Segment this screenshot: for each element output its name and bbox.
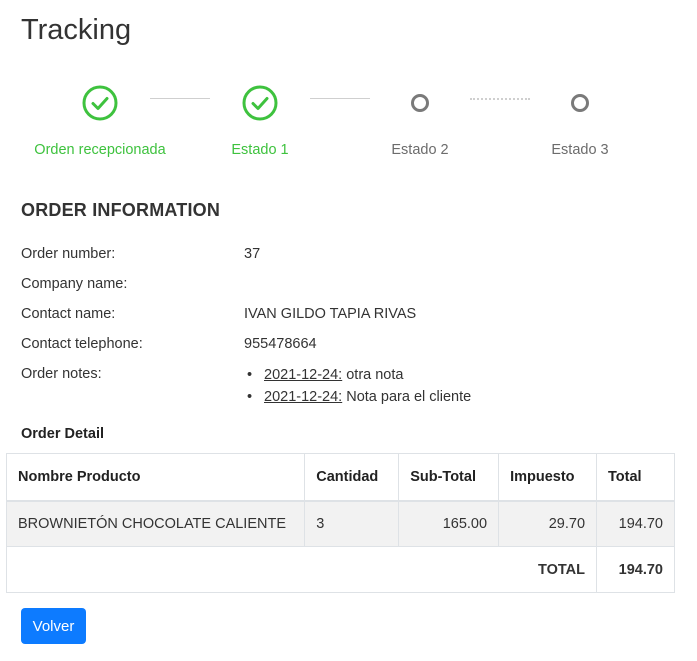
table-row: BROWNIETÓN CHOCOLATE CALIENTE 3 165.00 2…	[5, 500, 675, 547]
contact-telephone-label: Contact telephone:	[21, 336, 143, 352]
pending-circle-icon	[571, 94, 589, 112]
header-total: Total	[596, 453, 675, 502]
check-circle-icon	[82, 85, 118, 121]
header-product: Nombre Producto	[5, 453, 306, 502]
order-note-item: 2021-12-24: Nota para el cliente	[244, 388, 471, 410]
step-label: Estado 1	[231, 142, 289, 158]
tracking-stepper: Orden recepcionada Estado 1 Estado 2 Est…	[20, 84, 660, 174]
cell-quantity: 3	[304, 500, 400, 547]
table-header-row: Nombre Producto Cantidad Sub-Total Impue…	[5, 453, 675, 502]
order-information-title: ORDER INFORMATION	[21, 200, 221, 220]
step-orden-recepcionada: Orden recepcionada	[20, 84, 180, 158]
note-date-link[interactable]: 2021-12-24:	[264, 367, 342, 383]
step-estado-3: Estado 3	[500, 84, 660, 158]
page-title: Tracking	[21, 14, 132, 46]
header-subtotal: Sub-Total	[398, 453, 500, 502]
step-label: Orden recepcionada	[34, 142, 166, 158]
company-name-label: Company name:	[21, 276, 128, 292]
order-notes-label: Order notes:	[21, 366, 102, 382]
header-tax: Impuesto	[498, 453, 598, 502]
cell-subtotal: 165.00	[398, 500, 500, 547]
cell-total: 194.70	[596, 500, 675, 547]
step-estado-1: Estado 1	[180, 84, 340, 158]
step-label: Estado 3	[551, 142, 609, 158]
contact-name-value: IVAN GILDO TAPIA RIVAS	[244, 306, 417, 322]
note-text: otra nota	[342, 367, 404, 383]
step-estado-2: Estado 2	[340, 84, 500, 158]
order-number-value: 37	[244, 246, 261, 262]
pending-circle-icon	[411, 94, 429, 112]
check-circle-icon	[242, 85, 278, 121]
grand-total-label: TOTAL	[5, 546, 598, 593]
order-note-item: 2021-12-24: otra nota	[244, 366, 471, 388]
note-text: Nota para el cliente	[342, 389, 472, 405]
contact-name-label: Contact name:	[21, 306, 116, 322]
header-quantity: Cantidad	[304, 453, 400, 502]
grand-total-row: TOTAL 194.70	[5, 546, 675, 593]
order-number-label: Order number:	[21, 246, 116, 262]
contact-telephone-value: 955478664	[244, 336, 317, 352]
order-notes-list: 2021-12-24: otra nota 2021-12-24: Nota p…	[244, 366, 471, 410]
order-detail-table: Nombre Producto Cantidad Sub-Total Impue…	[5, 453, 675, 593]
cell-product: BROWNIETÓN CHOCOLATE CALIENTE	[5, 500, 306, 547]
step-label: Estado 2	[391, 142, 449, 158]
order-detail-title: Order Detail	[21, 426, 104, 442]
note-date-link[interactable]: 2021-12-24:	[264, 389, 342, 405]
back-button[interactable]: Volver	[21, 608, 86, 644]
cell-tax: 29.70	[498, 500, 598, 547]
grand-total-value: 194.70	[596, 546, 675, 593]
